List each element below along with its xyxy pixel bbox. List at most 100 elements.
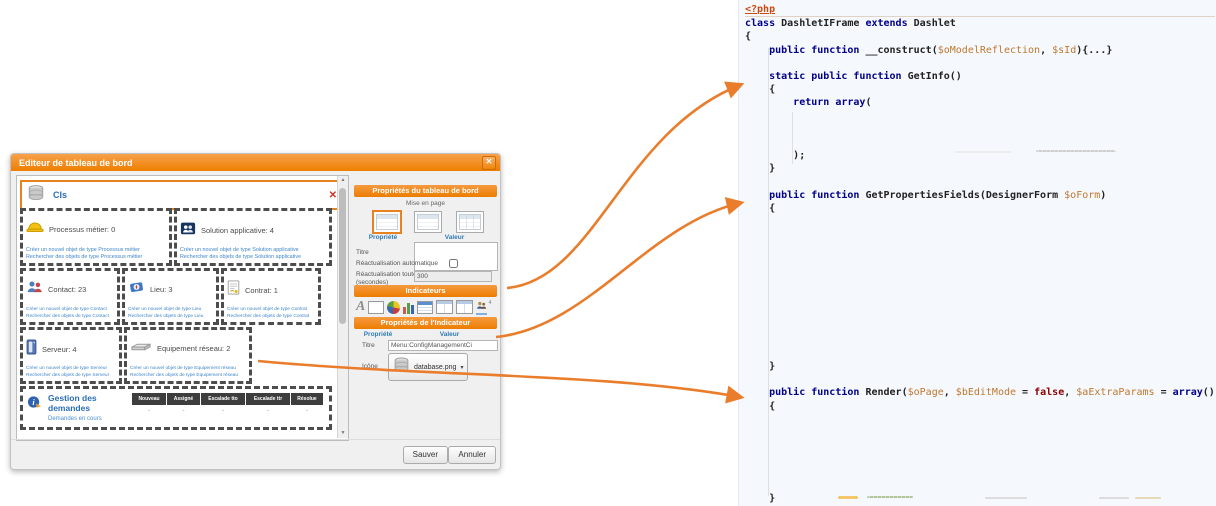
tile-label: Contact: 23 xyxy=(48,285,86,294)
faded-code-fragment xyxy=(985,497,1027,499)
code-lines: <?phpclass DashletIFrame extends Dashlet… xyxy=(745,3,1215,505)
badge-dashlet-icon[interactable]: 4 xyxy=(476,300,491,315)
faded-code-fragment xyxy=(838,496,858,499)
create-object-link[interactable]: Créer un nouvel objet de type Solution a… xyxy=(180,247,326,254)
badge-count-label: 4 xyxy=(489,300,492,306)
property-column-header: Propriété xyxy=(354,331,402,338)
faded-code-fragment xyxy=(955,151,1011,153)
server-icon xyxy=(26,339,37,360)
contract-document-icon xyxy=(227,280,240,300)
create-object-link[interactable]: Créer un nouvel objet de type Lieu xyxy=(128,306,213,313)
faded-code-fragment xyxy=(1135,497,1161,499)
dialog-footer: Sauver Annuler xyxy=(11,439,500,469)
dashlet-tile-processus-metier[interactable]: Processus métier: 0 Créer un nouvel obje… xyxy=(20,208,172,266)
dialog-close-icon[interactable]: ✕ xyxy=(482,156,496,170)
chevron-down-icon: ▾ xyxy=(460,364,463,371)
dialog-titlebar[interactable]: Editeur de tableau de bord ✕ xyxy=(11,154,500,171)
dashlet-tile-lieu[interactable]: Lieu: 3 Créer un nouvel objet de type Li… xyxy=(122,268,219,325)
icon-dropdown-value: database.png xyxy=(414,364,456,371)
layout-option-two-columns[interactable] xyxy=(414,211,442,233)
status-value: - xyxy=(167,405,200,415)
cis-group-label: CIs xyxy=(53,190,67,200)
preview-scrollbar[interactable]: ▲ ▼ xyxy=(337,176,348,438)
faded-code-fragment xyxy=(867,496,913,498)
header-dashlet-icon[interactable] xyxy=(417,299,433,315)
search-object-link[interactable]: Rechercher des objets de type Equipement… xyxy=(130,372,246,379)
save-button[interactable]: Sauver xyxy=(403,446,448,464)
scroll-down-icon[interactable]: ▼ xyxy=(338,429,348,438)
search-object-link[interactable]: Rechercher des objets de type Solution a… xyxy=(180,254,326,261)
dashboard-title-label: Titre xyxy=(356,249,369,256)
search-object-link[interactable]: Rechercher des objets de type Processus … xyxy=(26,254,166,261)
dashlet-tile-serveur[interactable]: Serveur: 4 Créer un nouvel objet de type… xyxy=(20,327,122,384)
create-object-link[interactable]: Créer un nouvel objet de type Contrat xyxy=(227,306,315,313)
search-object-link[interactable]: Rechercher des objets de type Contrat xyxy=(227,313,315,320)
indicator-palette: A 4 xyxy=(356,299,491,315)
indicator-title-input[interactable] xyxy=(388,340,498,351)
status-value: - xyxy=(291,405,323,415)
create-object-link[interactable]: Créer un nouvel objet de type Processus … xyxy=(26,247,166,254)
dashboard-editor-dialog: Editeur de tableau de bord ✕ CIs ✕ Proce… xyxy=(10,153,501,470)
status-column-header: Nouveau xyxy=(132,393,166,405)
tile-label: Equipement réseau: 2 xyxy=(157,344,230,353)
indicator-title-label: Titre xyxy=(362,342,375,349)
create-object-link[interactable]: Créer un nouvel objet de type Serveur xyxy=(26,365,116,372)
badge-caption-bar xyxy=(476,313,487,315)
search-object-link[interactable]: Rechercher des objets de type Contact xyxy=(26,313,114,320)
application-solution-icon xyxy=(180,220,196,241)
tile-label: Serveur: 4 xyxy=(42,345,77,354)
dashboard-preview: CIs ✕ Processus métier: 0 Créer un nouve… xyxy=(16,175,349,441)
status-value: - xyxy=(246,405,290,415)
status-value: - xyxy=(132,405,166,415)
tile-label: Contrat: 1 xyxy=(245,286,278,295)
dialog-title: Editeur de tableau de bord xyxy=(19,158,482,168)
cancel-button[interactable]: Annuler xyxy=(448,446,496,464)
database-icon xyxy=(27,184,45,207)
auto-refresh-label: Réactualisation automatique xyxy=(356,260,442,267)
database-icon xyxy=(393,356,410,379)
cis-group-panel[interactable]: CIs ✕ xyxy=(20,180,337,210)
plain-dashlet-icon[interactable] xyxy=(368,299,384,315)
dashboard-properties-header: Propriétés du tableau de bord xyxy=(354,185,497,197)
dashlet-tile-solution-applicative[interactable]: Solution applicative: 4 Créer un nouvel … xyxy=(174,208,332,266)
layout-option-three-columns[interactable] xyxy=(456,211,484,233)
status-column-header: Résolue xyxy=(291,393,323,405)
group-by-chart-dashlet-icon[interactable] xyxy=(456,299,473,315)
tile-label: Solution applicative: 4 xyxy=(201,226,274,235)
search-object-link[interactable]: Rechercher des objets de type Serveur xyxy=(26,372,116,379)
gestion-title: Gestion des demandes xyxy=(48,393,132,413)
dashlet-tile-equipement-reseau[interactable]: Equipement réseau: 2 Créer un nouvel obj… xyxy=(124,327,252,384)
dashboard-preview-content: CIs ✕ Processus métier: 0 Créer un nouve… xyxy=(17,176,337,438)
layout-thumbnail-icon xyxy=(376,214,398,230)
create-object-link[interactable]: Créer un nouvel objet de type Equipement… xyxy=(130,365,246,372)
value-column-header: Valeur xyxy=(412,234,497,241)
auto-refresh-checkbox[interactable] xyxy=(449,259,458,268)
group-by-table-dashlet-icon[interactable] xyxy=(436,299,453,315)
indicator-properties-header: Propriétés de l'Indicateur xyxy=(354,317,497,329)
demandes-en-cours-link[interactable]: Demandes en cours xyxy=(48,416,132,422)
faded-code-fragment xyxy=(1099,497,1129,499)
dashlet-gestion-demandes[interactable]: i Gestion des demandes Demandes en cours… xyxy=(20,386,332,430)
status-column-header: Escalade ttr xyxy=(246,393,290,405)
status-value: - xyxy=(201,405,245,415)
indicators-header: Indicateurs xyxy=(354,285,497,297)
value-column-header: Valeur xyxy=(402,331,497,338)
arrow-to-getpropertiesfields xyxy=(496,203,740,337)
layout-label: Mise en page xyxy=(354,200,497,207)
text-dashlet-icon[interactable]: A xyxy=(356,299,365,315)
info-icon: i xyxy=(27,395,42,415)
tile-label: Lieu: 3 xyxy=(150,285,173,294)
search-object-link[interactable]: Rechercher des objets de type Lieu xyxy=(128,313,213,320)
scrollbar-thumb[interactable] xyxy=(339,188,346,324)
refresh-interval-input[interactable] xyxy=(414,271,492,282)
bar-chart-dashlet-icon[interactable] xyxy=(403,301,414,314)
layout-option-one-column[interactable] xyxy=(372,210,402,234)
create-object-link[interactable]: Créer un nouvel objet de type Contact xyxy=(26,306,114,313)
scroll-up-icon[interactable]: ▲ xyxy=(338,176,348,185)
icon-dropdown[interactable]: database.png ▾ xyxy=(388,353,468,381)
dashlet-tile-contrat[interactable]: Contrat: 1 Créer un nouvel objet de type… xyxy=(221,268,321,325)
tile-label: Processus métier: 0 xyxy=(49,225,115,234)
dashlet-tile-contact[interactable]: Contact: 23 Créer un nouvel objet de typ… xyxy=(20,268,120,325)
pie-chart-dashlet-icon[interactable] xyxy=(387,299,400,315)
remove-group-icon[interactable]: ✕ xyxy=(329,190,337,201)
